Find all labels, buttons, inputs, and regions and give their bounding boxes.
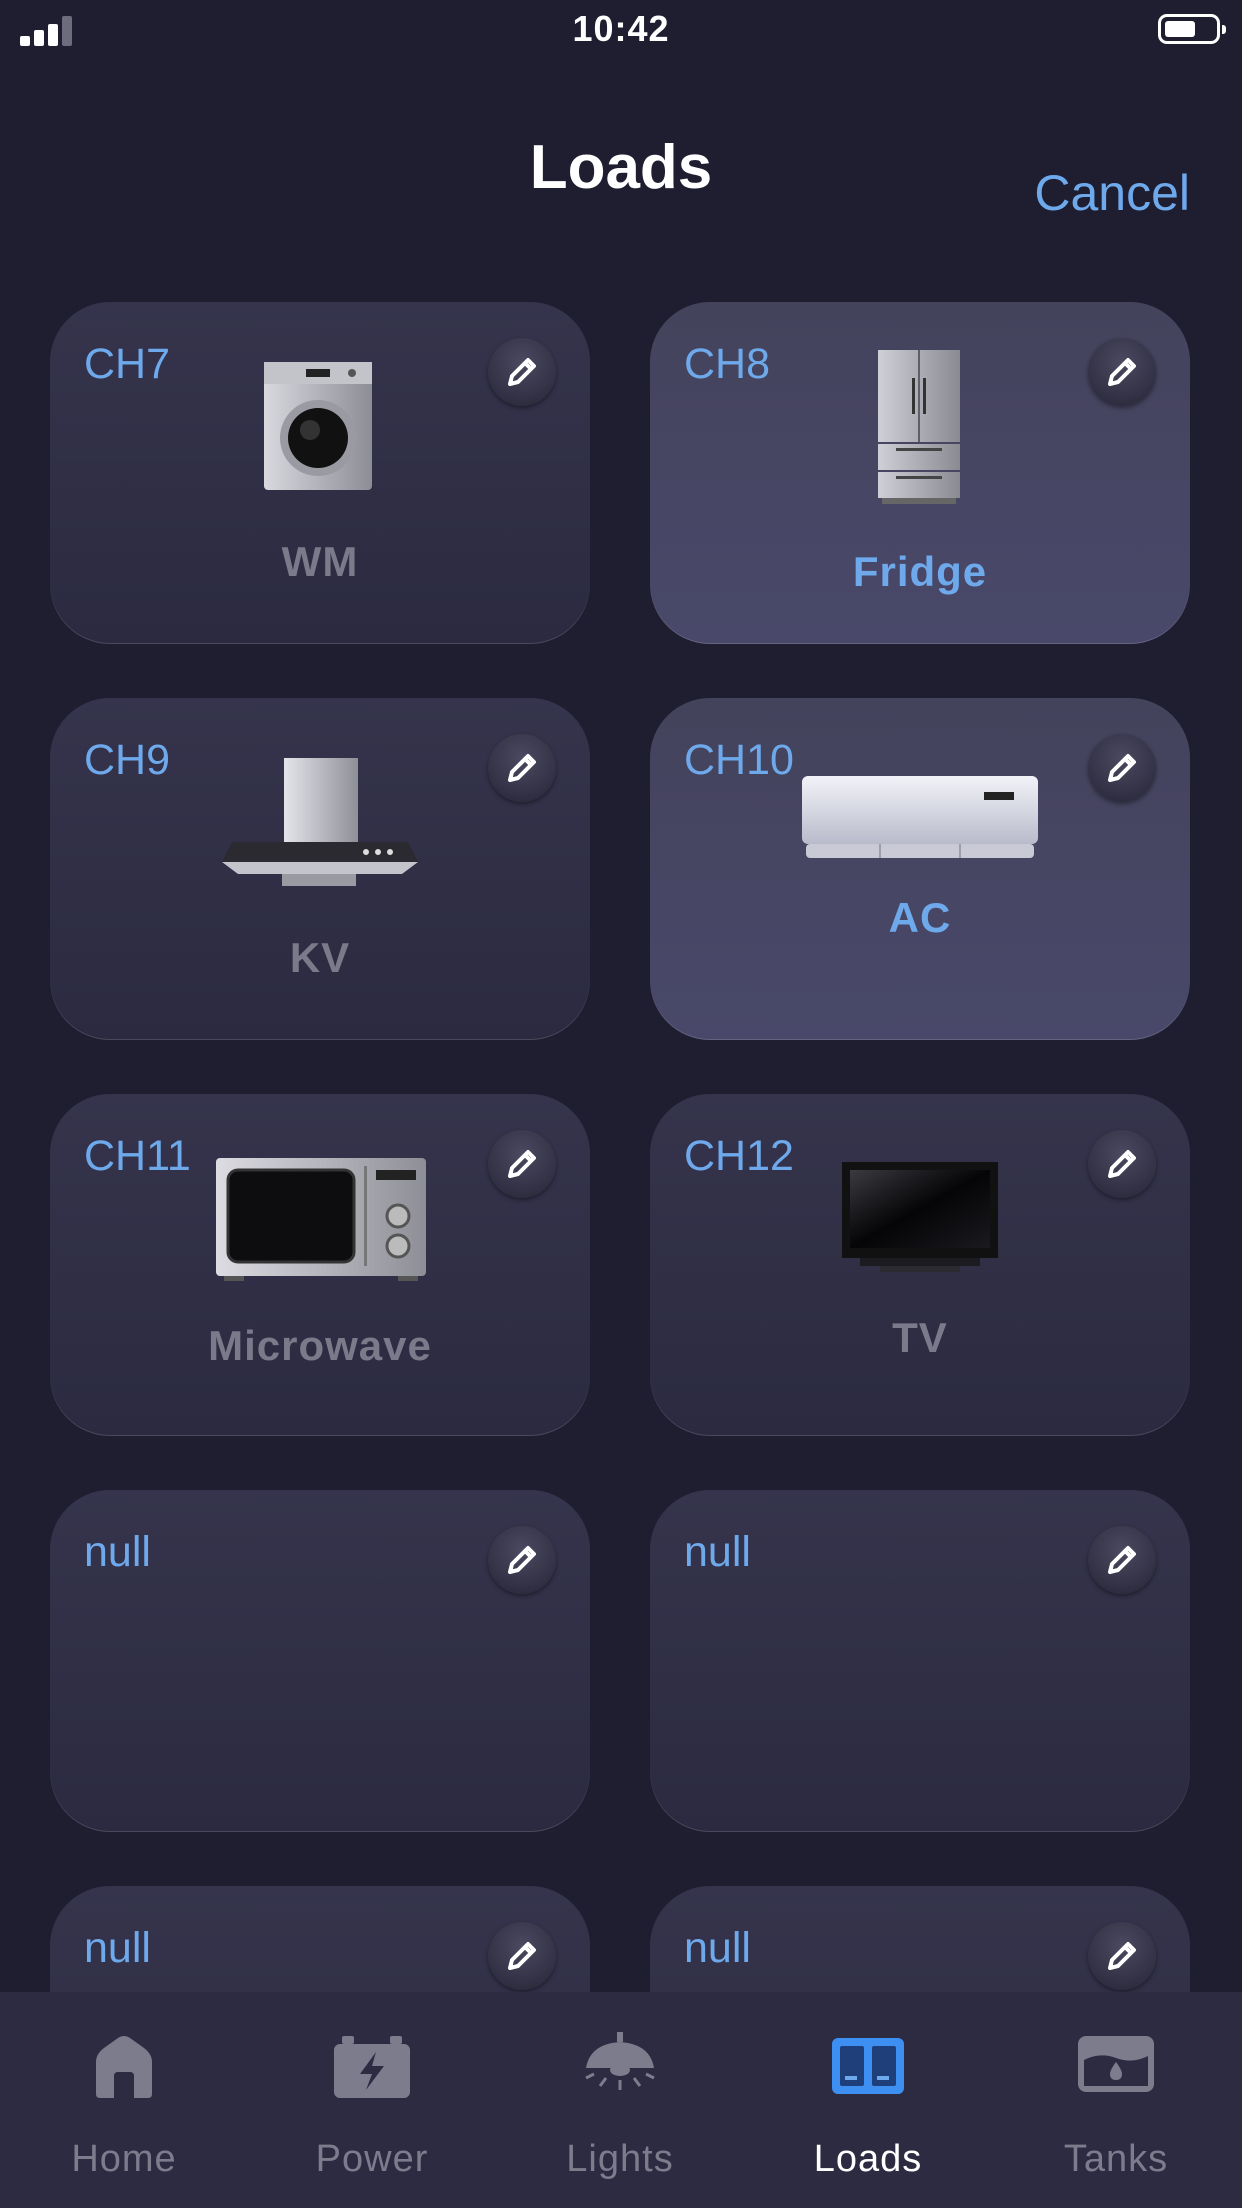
tab-home[interactable]: Home [0, 1992, 248, 2208]
pencil-icon [1108, 358, 1136, 386]
status-time: 10:42 [572, 8, 670, 49]
air-conditioner-icon [802, 776, 1038, 858]
load-name: WM [281, 538, 359, 585]
ceiling-light-icon [585, 2032, 655, 2090]
tab-bar: Home Power Lights Loads Tanks [0, 1992, 1242, 2208]
load-name: KV [289, 934, 351, 981]
battery-icon [1158, 14, 1226, 44]
pencil-icon [1108, 1546, 1136, 1574]
edit-button[interactable] [488, 734, 556, 802]
loads-panel-icon [832, 2038, 904, 2094]
load-name: Microwave [208, 1322, 432, 1369]
load-card-empty[interactable]: null [50, 1490, 590, 1832]
edit-button[interactable] [1088, 1922, 1156, 1990]
load-name: TV [892, 1314, 948, 1361]
home-icon [96, 2036, 152, 2098]
status-bar: 10:42 [0, 0, 1242, 64]
channel-label: null [84, 1924, 151, 1972]
load-card-ch9[interactable]: CH9 KV [50, 698, 590, 1040]
pencil-icon [1108, 1942, 1136, 1970]
tab-loads[interactable]: Loads [744, 1992, 992, 2208]
washing-machine-icon [264, 362, 372, 490]
load-name: AC [888, 894, 952, 941]
edit-button[interactable] [1088, 1130, 1156, 1198]
load-card-empty[interactable]: null [50, 1886, 590, 1992]
channel-label: CH10 [684, 736, 794, 784]
pencil-icon [508, 358, 536, 386]
fridge-icon [878, 350, 960, 504]
pencil-icon [508, 754, 536, 782]
tab-tanks[interactable]: Tanks [992, 1992, 1240, 2208]
edit-button[interactable] [1088, 1526, 1156, 1594]
channel-label: null [684, 1528, 751, 1576]
pencil-icon [1108, 1150, 1136, 1178]
channel-label: null [684, 1924, 751, 1972]
tab-power[interactable]: Power [248, 1992, 496, 2208]
load-card-ch10[interactable]: CH10 AC [650, 698, 1190, 1040]
tv-icon [842, 1162, 998, 1272]
cancel-button[interactable]: Cancel [1034, 164, 1190, 222]
pencil-icon [508, 1150, 536, 1178]
load-card-ch8[interactable]: CH8 Fridge [650, 302, 1190, 644]
channel-label: CH11 [84, 1132, 191, 1180]
edit-button[interactable] [488, 338, 556, 406]
pencil-icon [508, 1546, 536, 1574]
loads-grid: CH7 WM CH8 Fridge CH9 KV CH10 AC CH11 Mi… [0, 302, 1242, 1992]
tab-label: Power [315, 2138, 429, 2180]
tab-label: Loads [813, 2138, 923, 2180]
load-card-empty[interactable]: null [650, 1886, 1190, 1992]
edit-button[interactable] [488, 1922, 556, 1990]
channel-label: CH7 [84, 340, 171, 388]
water-tank-icon [1078, 2036, 1154, 2092]
load-card-empty[interactable]: null [650, 1490, 1190, 1832]
tab-label: Lights [566, 2138, 674, 2180]
battery-power-icon [334, 2036, 410, 2098]
load-card-ch12[interactable]: CH12 TV [650, 1094, 1190, 1436]
kitchen-hood-icon [222, 758, 418, 886]
tab-label: Tanks [1063, 2138, 1169, 2180]
edit-button[interactable] [1088, 338, 1156, 406]
tab-lights[interactable]: Lights [496, 1992, 744, 2208]
edit-button[interactable] [1088, 734, 1156, 802]
tab-label: Home [71, 2138, 177, 2180]
load-card-ch7[interactable]: CH7 WM [50, 302, 590, 644]
channel-label: CH12 [684, 1132, 794, 1180]
channel-label: CH9 [84, 736, 171, 784]
edit-button[interactable] [488, 1130, 556, 1198]
microwave-icon [216, 1158, 426, 1281]
load-card-ch11[interactable]: CH11 Microwave [50, 1094, 590, 1436]
pencil-icon [508, 1942, 536, 1970]
channel-label: CH8 [684, 340, 771, 388]
pencil-icon [1108, 754, 1136, 782]
edit-button[interactable] [488, 1526, 556, 1594]
load-name: Fridge [852, 548, 988, 595]
channel-label: null [84, 1528, 151, 1576]
